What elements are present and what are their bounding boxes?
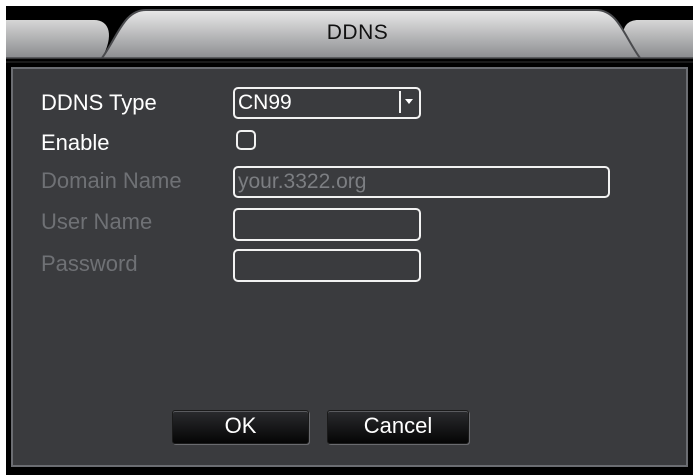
ddns-settings-panel: DDNS Type CN99 Enable Domain Name your.3… — [11, 67, 688, 467]
domain-name-label: Domain Name — [41, 168, 182, 193]
domain-name-value: your.3322.org — [238, 170, 367, 193]
password-field[interactable] — [233, 249, 421, 282]
ok-button[interactable]: OK — [172, 410, 309, 444]
password-label: Password — [41, 251, 138, 276]
title-bar: DDNS — [6, 6, 693, 70]
user-name-label: User Name — [41, 209, 153, 234]
enable-label: Enable — [41, 130, 110, 155]
dialog-title: DDNS — [326, 21, 389, 44]
ddns-dialog: DDNS DDNS Type CN99 Enable Domain Name y… — [6, 6, 693, 475]
domain-name-field[interactable]: your.3322.org — [233, 166, 610, 198]
chevron-down-icon[interactable] — [399, 91, 417, 113]
ddns-type-label: DDNS Type — [41, 90, 157, 115]
ddns-type-value: CN99 — [238, 91, 292, 114]
enable-checkbox[interactable] — [236, 130, 256, 150]
cancel-button[interactable]: Cancel — [327, 410, 469, 444]
ddns-type-select[interactable]: CN99 — [233, 87, 421, 119]
user-name-field[interactable] — [233, 208, 421, 241]
